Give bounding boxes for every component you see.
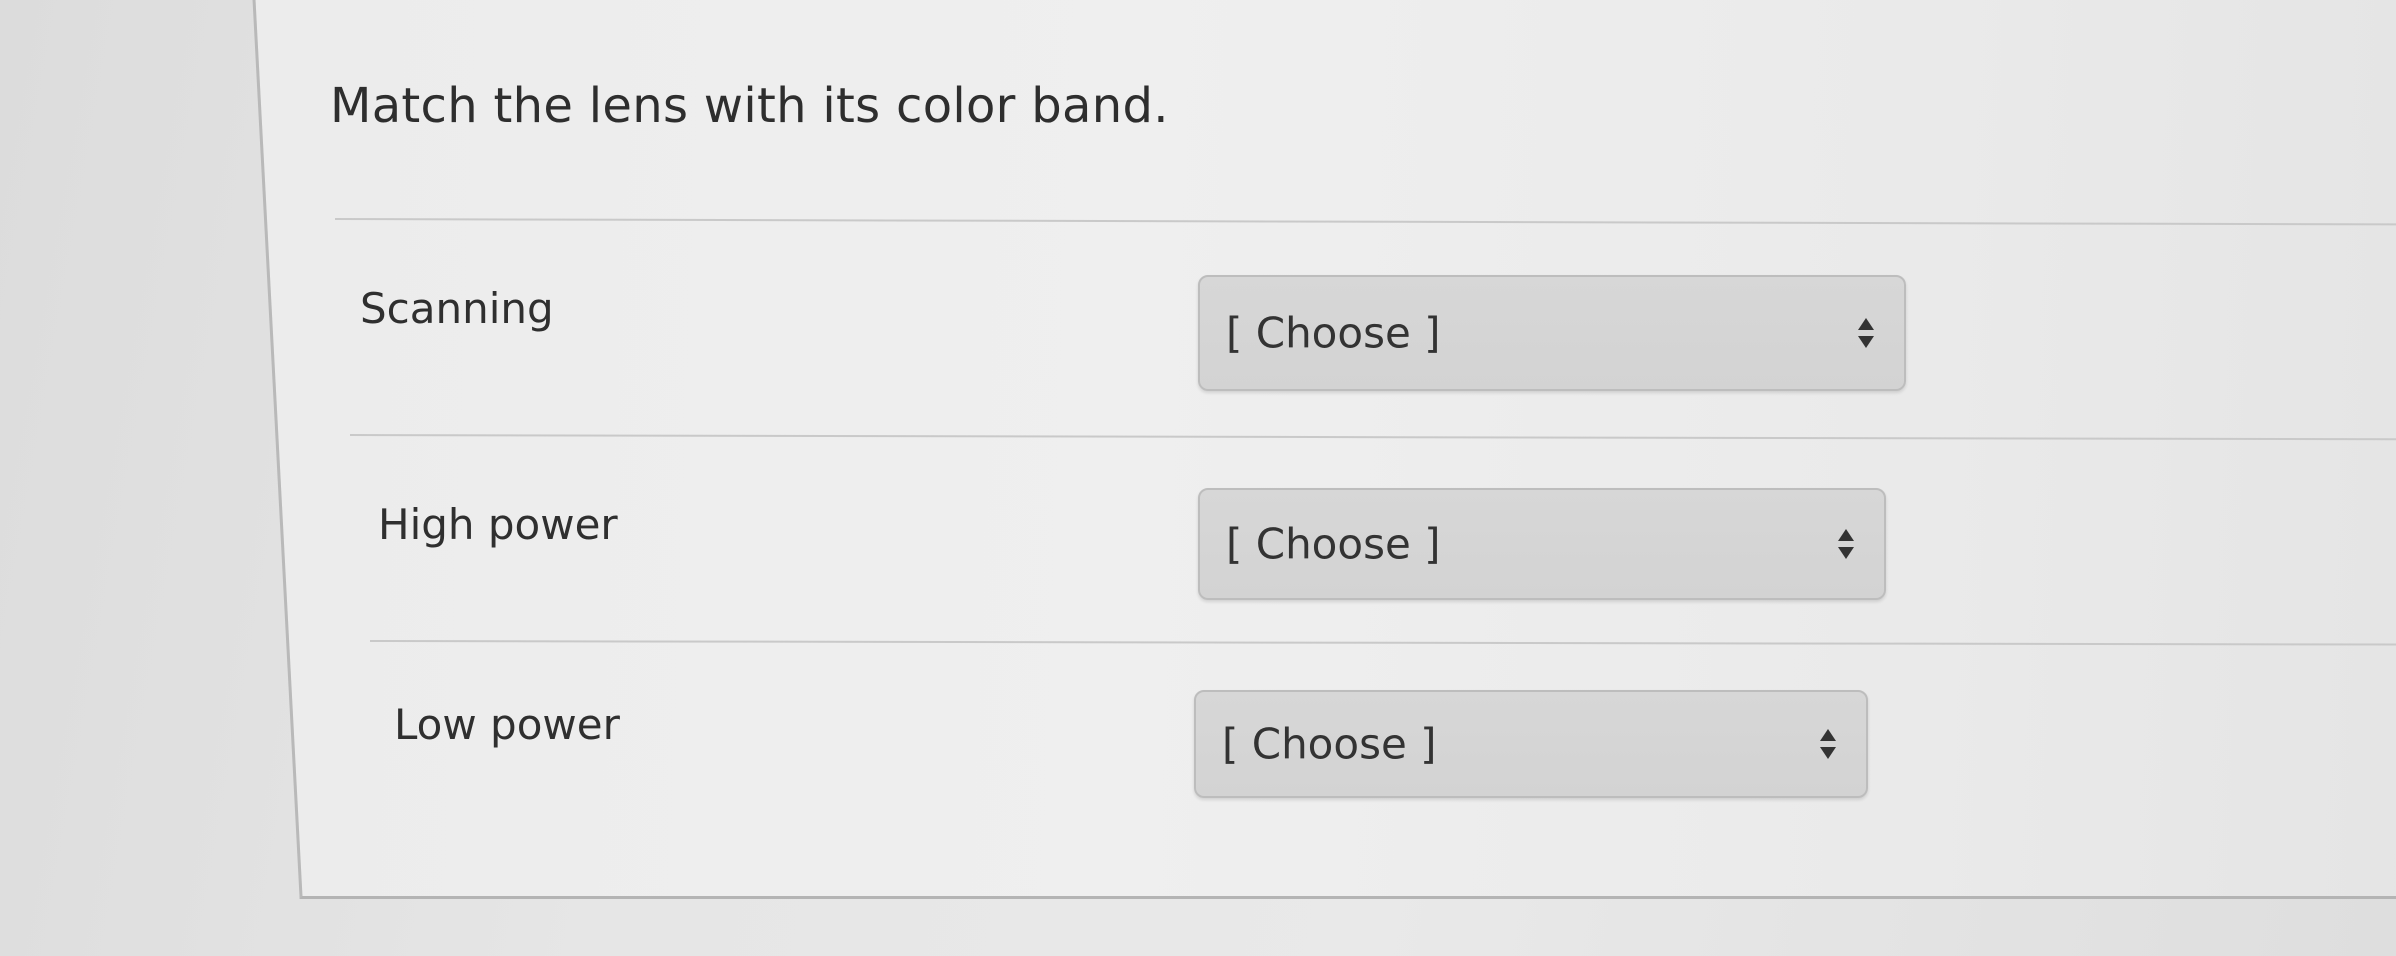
question-prompt: Match the lens with its color band. [330,78,1169,134]
match-label-scanning: Scanning [360,284,554,333]
up-down-arrows-icon [1818,727,1838,761]
match-select-high-power[interactable]: [ Choose ] [1198,488,1886,600]
up-down-arrows-icon [1836,527,1856,561]
match-select-low-power[interactable]: [ Choose ] [1194,690,1868,798]
match-label-low-power: Low power [394,700,620,749]
match-select-scanning[interactable]: [ Choose ] [1198,275,1906,391]
select-value: [ Choose ] [1226,519,1441,569]
up-down-arrows-icon [1856,316,1876,350]
select-value: [ Choose ] [1222,719,1437,769]
select-value: [ Choose ] [1226,308,1441,358]
match-label-high-power: High power [378,500,618,549]
